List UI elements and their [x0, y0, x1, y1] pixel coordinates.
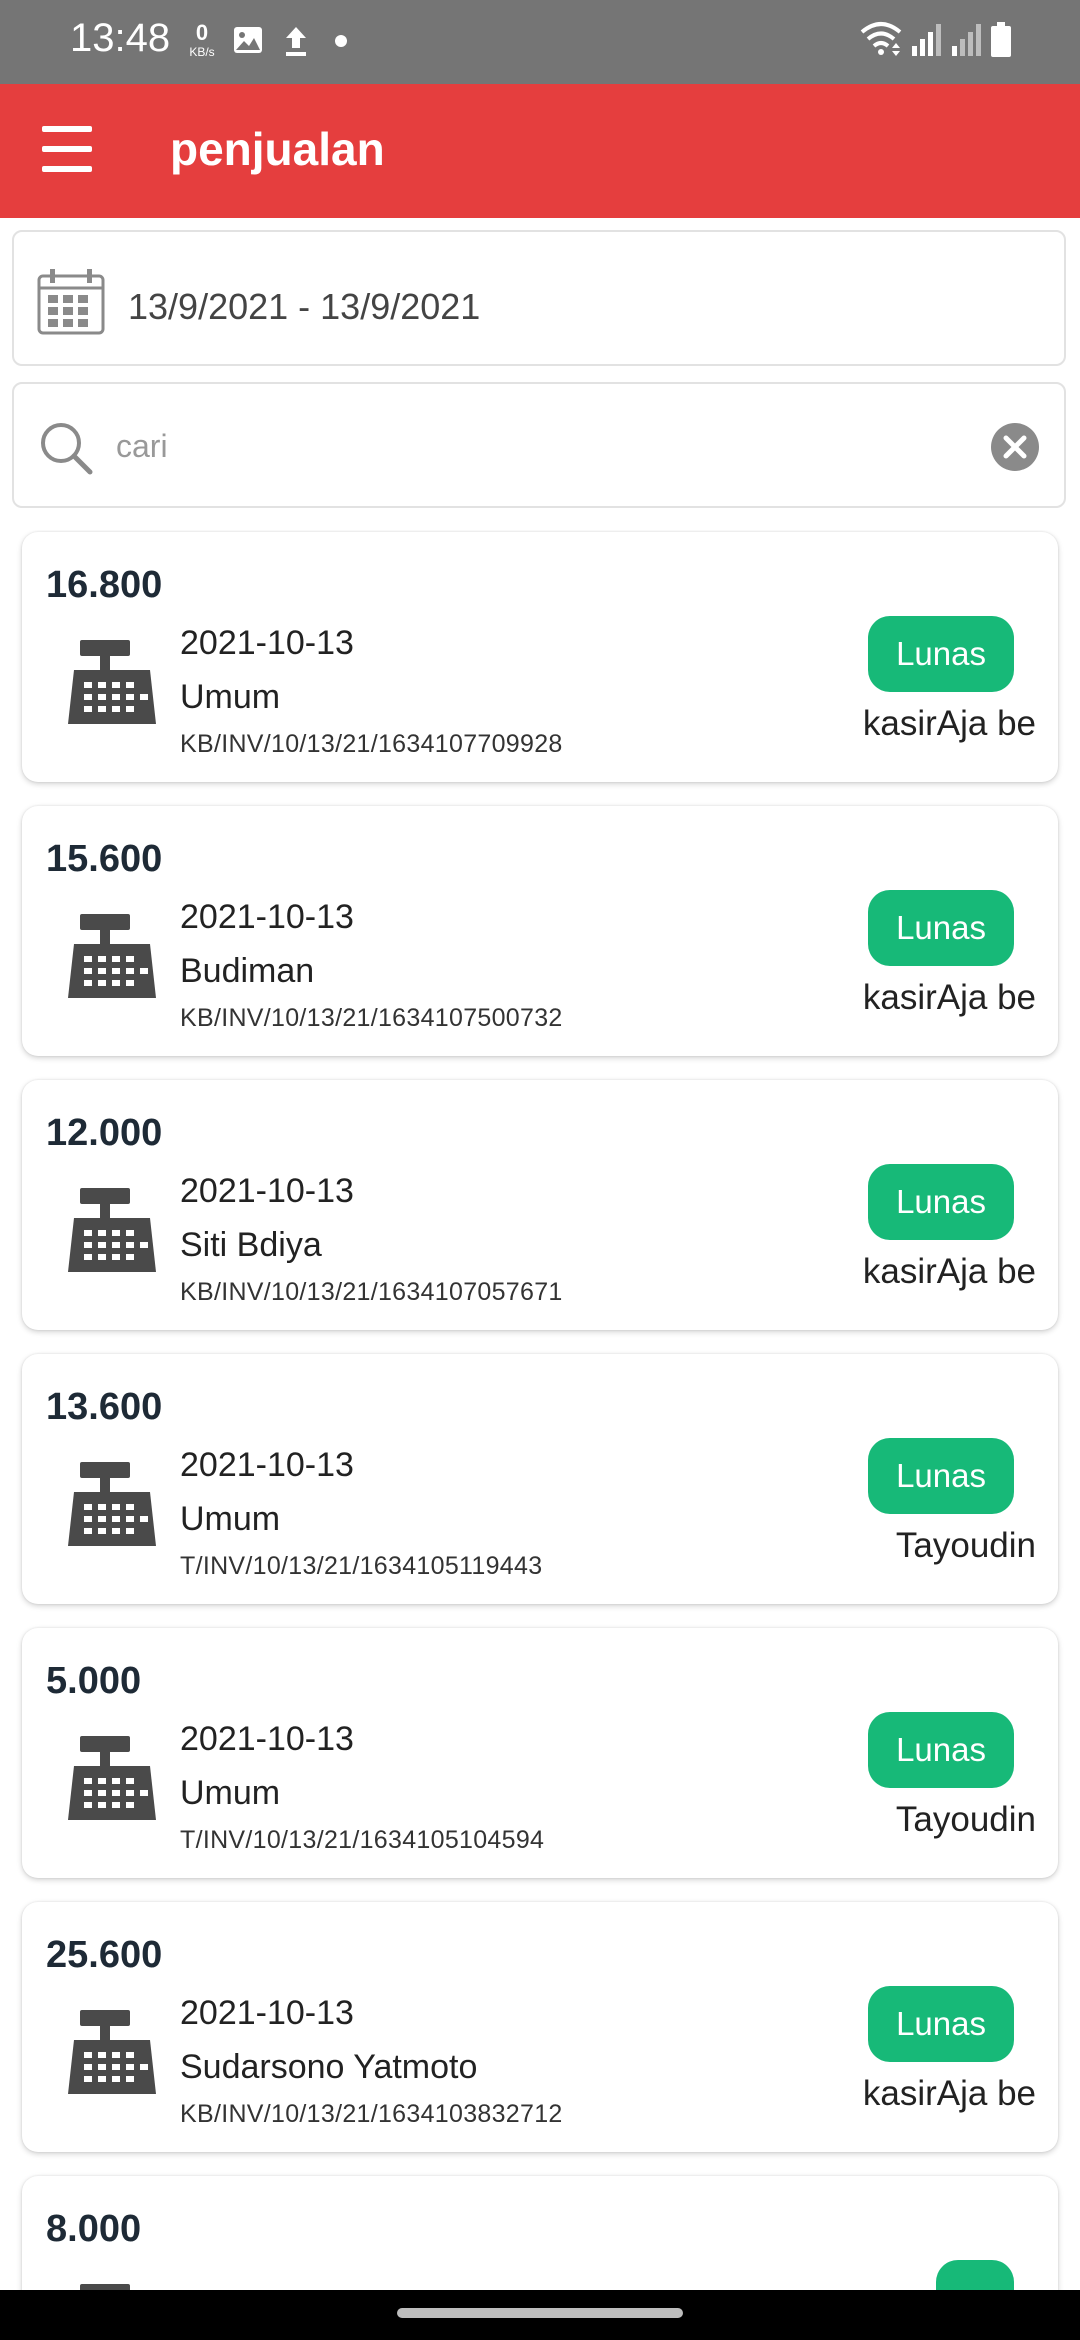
sale-date: 2021-10-13 [180, 1446, 354, 1484]
sale-amount: 5.000 [46, 1660, 142, 1702]
status-time: 13:48 [70, 16, 171, 60]
sale-invoice-number: KB/INV/10/13/21/1634107500732 [180, 1004, 563, 1032]
cash-register-icon [68, 1188, 156, 1272]
sale-customer: Sudarsono Yatmoto [180, 2048, 478, 2086]
net-speed-value: 0 [195, 20, 209, 45]
cash-register-icon [68, 914, 156, 998]
search-bar [12, 382, 1066, 508]
dot-icon [335, 35, 347, 47]
status-bar: 13:48 0 KB/s [0, 0, 1080, 84]
system-nav-bar [0, 2290, 1080, 2340]
date-range-value: 13/9/2021 - 13/9/2021 [128, 286, 481, 327]
cash-register-icon [68, 1736, 156, 1820]
sale-cashier: kasirAja be [862, 978, 1036, 1017]
sale-invoice-number: KB/INV/10/13/21/1634103832712 [180, 2100, 563, 2128]
sale-date: 2021-10-13 [180, 624, 354, 662]
sale-amount: 25.600 [46, 1934, 163, 1976]
net-speed-indicator: 0 KB/s [182, 20, 222, 59]
sale-card[interactable]: 8.000 [22, 2176, 1058, 2290]
sale-amount: 15.600 [46, 838, 163, 880]
sale-date: 2021-10-13 [180, 1172, 354, 1210]
sale-customer: Budiman [180, 952, 315, 990]
sale-amount: 12.000 [46, 1112, 163, 1154]
signal-icon [912, 24, 941, 56]
clear-icon[interactable] [990, 422, 1040, 472]
sale-invoice-number: KB/INV/10/13/21/1634107709928 [180, 730, 563, 758]
sale-amount: 16.800 [46, 564, 163, 606]
app-bar: penjualan [0, 84, 1080, 218]
sale-customer: Umum [180, 1500, 281, 1538]
sale-card[interactable]: 5.000 2021-10-13 Umum T/INV/10/13/21/163… [22, 1628, 1058, 1878]
page-title: penjualan [170, 123, 385, 175]
sale-invoice-number: KB/INV/10/13/21/1634107057671 [180, 1278, 563, 1306]
status-badge: Lunas [868, 1712, 1014, 1788]
search-input[interactable] [114, 412, 978, 480]
sale-date: 2021-10-13 [180, 1720, 354, 1758]
home-gesture-handle[interactable] [397, 2308, 683, 2318]
status-badge: Lunas [868, 1986, 1014, 2062]
sale-card[interactable]: 13.600 2021-10-13 Umum T/INV/10/13/21/16… [22, 1354, 1058, 1604]
sales-list: 16.800 2021-10-13 Umum KB/INV/10/13/21/1… [0, 530, 1080, 2290]
cash-register-icon [68, 1462, 156, 1546]
date-range-field[interactable]: 13/9/2021 - 13/9/2021 [12, 230, 1066, 366]
status-badge: Lunas [868, 616, 1014, 692]
cash-register-icon [68, 2010, 156, 2094]
sale-cashier: kasirAja be [862, 2074, 1036, 2113]
sale-invoice-number: T/INV/10/13/21/1634105119443 [180, 1552, 543, 1580]
battery-icon [991, 22, 1011, 57]
search-icon [41, 423, 93, 475]
sale-cashier: kasirAja be [862, 704, 1036, 743]
upload-icon [286, 27, 306, 56]
sale-card[interactable]: 25.600 2021-10-13 Sudarsono Yatmoto KB/I… [22, 1902, 1058, 2152]
sale-amount: 8.000 [46, 2208, 142, 2250]
sale-amount: 13.600 [46, 1386, 163, 1428]
sale-cashier: Tayoudin [895, 1526, 1036, 1565]
status-badge: Lunas [868, 1164, 1014, 1240]
hamburger-menu-icon[interactable] [36, 120, 98, 180]
sale-cashier: Tayoudin [895, 1800, 1036, 1839]
status-badge: Lunas [868, 1438, 1014, 1514]
net-speed-unit: KB/s [189, 45, 215, 59]
gallery-icon [234, 27, 262, 53]
status-badge: Lunas [868, 890, 1014, 966]
wifi-icon [860, 22, 902, 56]
cash-register-icon [80, 2284, 130, 2290]
sale-customer: Umum [180, 678, 281, 716]
sale-date: 2021-10-13 [180, 1994, 354, 2032]
sale-date: 2021-10-13 [180, 898, 354, 936]
sale-card[interactable]: 12.000 2021-10-13 Siti Bdiya KB/INV/10/1… [22, 1080, 1058, 1330]
calendar-icon [37, 269, 105, 335]
sale-invoice-number: T/INV/10/13/21/1634105104594 [180, 1826, 545, 1854]
sale-card[interactable]: 16.800 2021-10-13 Umum KB/INV/10/13/21/1… [22, 532, 1058, 782]
sale-card[interactable]: 15.600 2021-10-13 Budiman KB/INV/10/13/2… [22, 806, 1058, 1056]
sale-customer: Siti Bdiya [180, 1226, 322, 1264]
sale-cashier: kasirAja be [862, 1252, 1036, 1291]
status-badge [936, 2260, 1014, 2290]
cash-register-icon [68, 640, 156, 724]
sale-customer: Umum [180, 1774, 281, 1812]
signal-icon [952, 24, 981, 56]
